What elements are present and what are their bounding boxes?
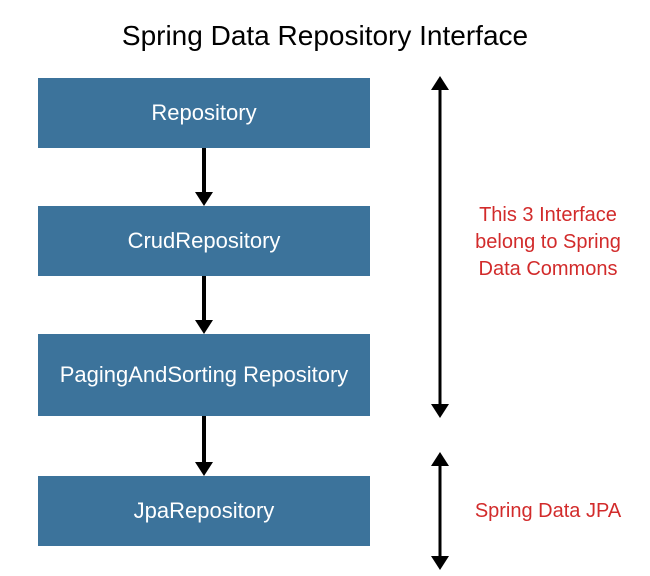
- box-paging-repository: PagingAndSorting Repository: [38, 334, 370, 416]
- arrow-crud-to-paging: [198, 276, 210, 334]
- box-crud-repository: CrudRepository: [38, 206, 370, 276]
- box-jpa-label: JpaRepository: [134, 498, 275, 524]
- arrow-paging-to-jpa: [198, 416, 210, 476]
- bracket-spring-data-jpa: [431, 454, 449, 568]
- box-jpa-repository: JpaRepository: [38, 476, 370, 546]
- annotation-commons: This 3 Interface belong to Spring Data C…: [458, 202, 638, 283]
- diagram-title: Spring Data Repository Interface: [0, 20, 650, 52]
- box-repository: Repository: [38, 78, 370, 148]
- annotation-jpa: Spring Data JPA: [458, 498, 638, 525]
- box-crud-label: CrudRepository: [128, 228, 281, 254]
- box-repository-label: Repository: [151, 100, 256, 126]
- bracket-spring-data-commons: [431, 78, 449, 416]
- arrow-repository-to-crud: [198, 148, 210, 206]
- box-paging-label: PagingAndSorting Repository: [60, 362, 349, 388]
